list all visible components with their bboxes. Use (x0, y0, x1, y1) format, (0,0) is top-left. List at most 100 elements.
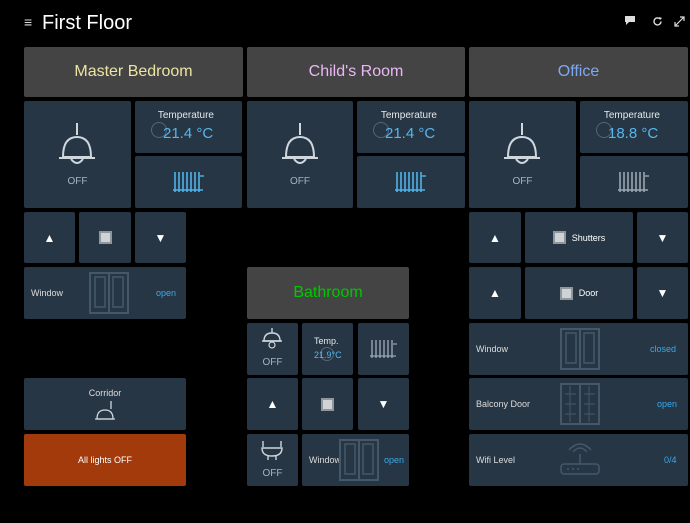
corridor-label: Corridor (88, 388, 122, 398)
balcony-door-label: Balcony Door (476, 399, 531, 409)
master-shutter-down-button[interactable]: ▼ (135, 212, 186, 263)
master-temperature-value: 21.4 °C (163, 125, 214, 142)
office-heater-tile[interactable] (580, 156, 688, 208)
window-icon (89, 272, 129, 314)
master-shutter-stop-button[interactable] (79, 212, 131, 263)
bathroom-shutter-stop-button[interactable] (302, 378, 353, 430)
window-icon (560, 328, 600, 370)
master-light-tile[interactable]: OFF (24, 101, 131, 208)
radiator-icon (395, 172, 426, 192)
child-light-tile[interactable]: OFF (247, 101, 353, 208)
office-wifi-tile[interactable]: Wifi Level 0/4 (469, 434, 688, 486)
bathroom-vent-state: OFF (262, 468, 283, 479)
childs-room-name: Child's Room (308, 63, 404, 80)
office-temperature-tile[interactable]: Temperature 18.8 °C (580, 101, 688, 153)
stop-icon (98, 231, 112, 244)
window-icon (339, 439, 379, 481)
menu-icon[interactable]: ≡ (24, 14, 32, 30)
stop-icon (559, 286, 573, 300)
radiator-icon (172, 172, 204, 192)
bathroom-light-tile[interactable]: OFF (247, 323, 298, 375)
office-header[interactable]: Office (469, 47, 688, 97)
screen: { "header":{"title":"First Floor","menu_… (0, 0, 690, 523)
chat-icon[interactable] (625, 16, 635, 28)
wifi-level-label: Wifi Level (476, 455, 516, 465)
office-balcony-door-tile[interactable]: Balcony Door open (469, 378, 688, 430)
office-temperature-label: Temperature (603, 110, 660, 121)
refresh-icon[interactable] (652, 16, 663, 30)
fullscreen-icon[interactable] (674, 16, 685, 30)
office-shutter-up-button[interactable]: ▲ (469, 212, 521, 263)
down-arrow-icon: ▼ (656, 286, 669, 300)
child-temperature-label: Temperature (380, 110, 437, 121)
office-window-tile[interactable]: Window closed (469, 323, 688, 375)
ceiling-lamp-icon (282, 123, 318, 164)
bathroom-temperature-value: 21.9°C (314, 350, 342, 360)
office-shutter-down-button[interactable]: ▼ (637, 212, 688, 263)
master-temperature-label: Temperature (157, 110, 214, 121)
up-arrow-icon: ▲ (43, 230, 56, 245)
master-window-tile[interactable]: Window open (24, 267, 186, 319)
ceiling-lamp-icon (504, 123, 540, 164)
balcony-door-value: open (657, 399, 678, 409)
all-lights-off-button[interactable]: All lights OFF (24, 434, 186, 486)
office-door-stop-button[interactable]: Door (525, 267, 633, 319)
office-door-up-button[interactable]: ▲ (469, 267, 521, 319)
balcony-door-icon (560, 383, 600, 425)
office-shutters-stop-button[interactable]: Shutters (525, 212, 633, 263)
up-arrow-icon: ▲ (489, 230, 501, 245)
master-window-label: Window (31, 288, 64, 298)
down-arrow-icon: ▼ (154, 230, 167, 245)
corridor-light-tile[interactable]: Corridor (24, 378, 186, 430)
bathroom-vent-tile[interactable]: OFF (247, 434, 298, 486)
bathroom-heater-tile[interactable] (358, 323, 409, 375)
down-arrow-icon: ▼ (377, 397, 390, 411)
child-light-state: OFF (290, 176, 310, 187)
toilet-vent-icon (261, 441, 283, 460)
master-bedroom-name: Master Bedroom (74, 63, 193, 80)
bathroom-window-tile[interactable]: Window open (302, 434, 409, 486)
bathroom-temperature-label: Temp. (314, 336, 339, 346)
stop-icon (321, 397, 334, 411)
bathroom-window-value: open (384, 455, 405, 465)
ceiling-lamp-icon (59, 123, 95, 164)
office-light-tile[interactable]: OFF (469, 101, 576, 208)
master-temperature-tile[interactable]: Temperature 21.4 °C (135, 101, 242, 153)
header-bar: ≡ First Floor (10, 8, 690, 38)
office-name: Office (557, 63, 600, 80)
bathroom-temperature-tile[interactable]: Temp. 21.9°C (302, 323, 353, 375)
up-arrow-icon: ▲ (266, 397, 279, 411)
office-door-down-button[interactable]: ▼ (637, 267, 688, 319)
router-icon (560, 443, 600, 475)
bathroom-light-state: OFF (262, 357, 283, 368)
door-label: Door (578, 288, 599, 298)
office-window-value: closed (650, 344, 677, 354)
child-temperature-value: 21.4 °C (385, 125, 436, 142)
radiator-icon (618, 172, 649, 192)
up-arrow-icon: ▲ (489, 286, 501, 300)
stop-icon (552, 231, 566, 244)
radiator-icon (369, 340, 397, 358)
master-bedroom-header[interactable]: Master Bedroom (24, 47, 243, 97)
bathroom-shutter-down-button[interactable]: ▼ (358, 378, 409, 430)
office-window-label: Window (476, 344, 509, 354)
page-title: First Floor (42, 12, 132, 34)
bathroom-name: Bathroom (293, 284, 363, 301)
office-light-state: OFF (512, 176, 533, 187)
master-light-state: OFF (67, 176, 88, 187)
bathroom-shutter-up-button[interactable]: ▲ (247, 378, 298, 430)
ceiling-lamp-icon (95, 401, 115, 420)
wall-lamp-icon (262, 328, 282, 349)
childs-room-header[interactable]: Child's Room (247, 47, 465, 97)
office-temperature-value: 18.8 °C (608, 125, 659, 142)
down-arrow-icon: ▼ (656, 230, 669, 245)
master-shutter-up-button[interactable]: ▲ (24, 212, 75, 263)
shutters-label: Shutters (571, 232, 606, 243)
all-lights-off-label: All lights OFF (77, 455, 132, 465)
child-heater-tile[interactable] (357, 156, 465, 208)
master-heater-tile[interactable] (135, 156, 242, 208)
master-window-value: open (156, 288, 177, 298)
child-temperature-tile[interactable]: Temperature 21.4 °C (357, 101, 465, 153)
bathroom-header[interactable]: Bathroom (247, 267, 409, 319)
wifi-level-value: 0/4 (664, 455, 677, 465)
